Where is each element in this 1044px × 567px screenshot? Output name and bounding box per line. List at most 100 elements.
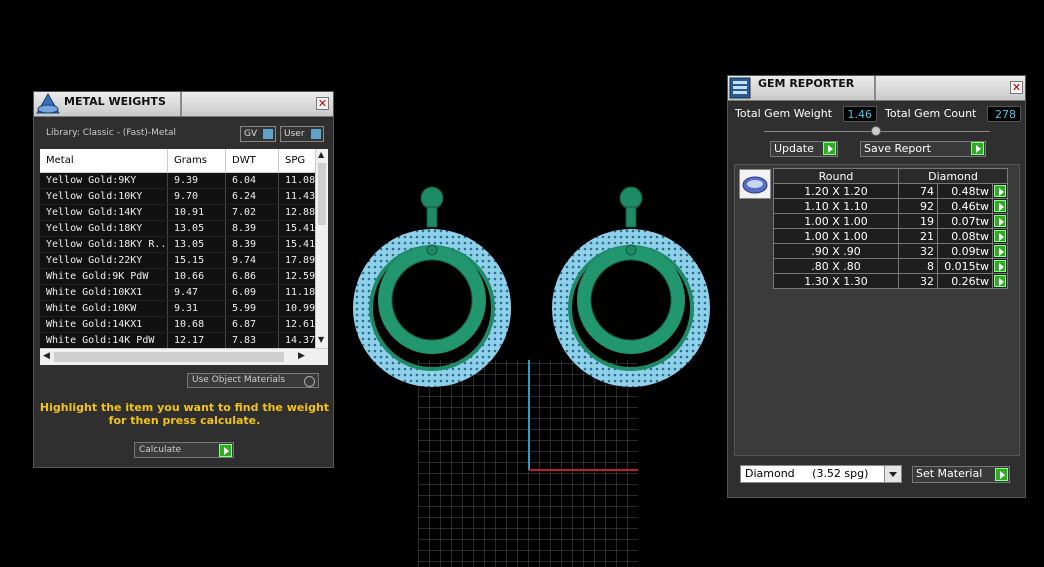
metal-row[interactable]: Yellow Gold:9KY 9.39 6.04 11.08	[40, 172, 323, 189]
gem-row[interactable]: .90 X .90 32 0.09tw	[773, 243, 1008, 259]
material-select-value: Diamond (3.52 spg)	[745, 467, 869, 480]
dwt-cell: 6.09	[225, 284, 279, 301]
metal-row[interactable]: White Gold:14KX1 10.68 6.87 12.61	[40, 316, 323, 333]
metal-row[interactable]: Yellow Gold:14KY 10.91 7.02 12.88	[40, 204, 323, 221]
grams-cell: 13.05	[167, 236, 226, 253]
gem-count-cell: 32	[898, 243, 938, 259]
set-material-button[interactable]: Set Material	[912, 466, 1010, 483]
gem-reporter-titlebar[interactable]: GEM REPORTER ✕	[728, 76, 1025, 101]
gem-count-cell: 32	[898, 273, 938, 289]
gem-row-action[interactable]	[992, 183, 1008, 199]
material-select[interactable]: Diamond (3.52 spg)	[740, 465, 902, 483]
play-arrow-icon	[995, 468, 1008, 481]
metal-row[interactable]: Yellow Gold:18KY 13.05 8.39 15.41	[40, 220, 323, 237]
gem-count-cell: 92	[898, 198, 938, 214]
gem-reporter-logo-icon	[729, 77, 751, 99]
gem-size-cell: 1.30 X 1.30	[773, 273, 899, 289]
scroll-down-icon[interactable]: ▼	[318, 335, 324, 344]
gem-row-action[interactable]	[992, 228, 1008, 244]
scroll-up-icon[interactable]: ▲	[318, 150, 324, 159]
metal-name-cell: Yellow Gold:10KY	[40, 188, 168, 205]
gem-size-cell: 1.00 X 1.00	[773, 228, 899, 244]
gem-row-action[interactable]	[992, 243, 1008, 259]
metal-name-cell: White Gold:10KX1	[40, 284, 168, 301]
gem-row[interactable]: 1.00 X 1.00 19 0.07tw	[773, 213, 1008, 229]
titlebar-divider	[180, 92, 182, 116]
metal-table-grid: Metal Grams DWT SPG Yellow Gold:9KY 9.39 6…	[40, 149, 323, 349]
gem-row[interactable]: 1.20 X 1.20 74 0.48tw	[773, 183, 1008, 199]
metal-weights-titlebar[interactable]: METAL WEIGHTS ✕	[34, 92, 333, 117]
gv-label: GV	[244, 129, 258, 139]
metal-name-cell: Yellow Gold:18KY	[40, 220, 168, 237]
play-arrow-icon[interactable]	[994, 200, 1006, 212]
metal-name-cell: Yellow Gold:9KY	[40, 172, 168, 189]
gv-toggle-icon	[263, 129, 273, 139]
metal-row[interactable]: White Gold:10KX1 9.47 6.09 11.18	[40, 284, 323, 301]
scroll-left-icon[interactable]: ◀	[43, 351, 50, 361]
dwt-cell: 5.99	[225, 300, 279, 317]
gem-row[interactable]: .80 X .80 8 0.015tw	[773, 258, 1008, 274]
play-arrow-icon[interactable]	[994, 275, 1006, 287]
gem-table-header: Round Diamond	[773, 168, 1008, 184]
metal-name-cell: Yellow Gold:22KY	[40, 252, 168, 269]
play-arrow-icon[interactable]	[994, 185, 1006, 197]
gem-row-action[interactable]	[992, 198, 1008, 214]
user-toggle-icon	[311, 129, 321, 139]
instruction-line-2: for then press calculate.	[108, 414, 261, 427]
metal-table-hscroll[interactable]: ◀ ▶	[40, 348, 328, 365]
save-report-button[interactable]: Save Report	[860, 141, 986, 157]
gem-row-action[interactable]	[992, 213, 1008, 229]
metal-row[interactable]: White Gold:9K PdW 10.66 6.86 12.59	[40, 268, 323, 285]
col-dwt[interactable]: DWT	[225, 149, 279, 173]
play-arrow-icon	[823, 142, 836, 155]
metal-name-cell: White Gold:14K PdW	[40, 332, 168, 349]
grams-cell: 10.66	[167, 268, 226, 285]
gem-count-cell: 74	[898, 183, 938, 199]
chevron-down-icon[interactable]	[884, 466, 901, 482]
radio-icon	[304, 376, 315, 387]
calculate-button[interactable]: Calculate	[134, 442, 234, 458]
update-button[interactable]: Update	[770, 141, 838, 157]
metal-row[interactable]: Yellow Gold:18KY R... 13.05 8.39 15.41	[40, 236, 323, 253]
dwt-cell: 8.39	[225, 220, 279, 237]
gem-row[interactable]: 1.00 X 1.00 21 0.08tw	[773, 228, 1008, 244]
scroll-right-icon[interactable]: ▶	[298, 351, 305, 361]
gem-reporter-title: GEM REPORTER	[758, 77, 855, 90]
play-arrow-icon[interactable]	[994, 215, 1006, 227]
gem-row[interactable]: 1.30 X 1.30 32 0.26tw	[773, 273, 1008, 289]
play-arrow-icon[interactable]	[994, 245, 1006, 257]
col-grams[interactable]: Grams	[167, 149, 226, 173]
ground-grid	[418, 360, 638, 567]
diamond-shape-icon	[742, 176, 768, 194]
metal-row[interactable]: White Gold:14K PdW 12.17 7.83 14.37	[40, 332, 323, 349]
use-object-materials-button[interactable]: Use Object Materials	[187, 373, 319, 388]
dwt-cell: 9.74	[225, 252, 279, 269]
close-icon[interactable]: ✕	[316, 97, 329, 110]
gem-row-action[interactable]	[992, 273, 1008, 289]
dwt-cell: 6.04	[225, 172, 279, 189]
round-diamond-icon[interactable]	[739, 169, 771, 199]
user-toggle[interactable]: User	[280, 126, 324, 142]
metal-row[interactable]: White Gold:10KW 9.31 5.99 10.99	[40, 300, 323, 317]
gem-weight-cell: 0.09tw	[937, 243, 993, 259]
metal-table-vscroll[interactable]: ▲ ▼	[315, 149, 328, 349]
metal-weights-title: METAL WEIGHTS	[64, 95, 166, 108]
use-object-materials-label: Use Object Materials	[192, 375, 286, 385]
user-label: User	[284, 129, 305, 139]
gv-toggle[interactable]: GV	[240, 126, 276, 142]
dwt-cell: 6.24	[225, 188, 279, 205]
metal-row[interactable]: Yellow Gold:10KY 9.70 6.24 11.43	[40, 188, 323, 205]
play-arrow-icon[interactable]	[994, 260, 1006, 272]
dwt-cell: 6.87	[225, 316, 279, 333]
vscroll-thumb[interactable]	[318, 163, 326, 225]
play-arrow-icon[interactable]	[994, 230, 1006, 242]
splitter-handle-icon[interactable]	[871, 126, 881, 136]
metal-row[interactable]: Yellow Gold:22KY 15.15 9.74 17.89	[40, 252, 323, 269]
col-metal[interactable]: Metal	[40, 149, 168, 173]
hscroll-thumb[interactable]	[54, 352, 284, 362]
gem-size-cell: .80 X .80	[773, 258, 899, 274]
gem-row-action[interactable]	[992, 258, 1008, 274]
close-icon[interactable]: ✕	[1010, 81, 1023, 94]
gem-row[interactable]: 1.10 X 1.10 92 0.46tw	[773, 198, 1008, 214]
gem-size-cell: 1.00 X 1.00	[773, 213, 899, 229]
